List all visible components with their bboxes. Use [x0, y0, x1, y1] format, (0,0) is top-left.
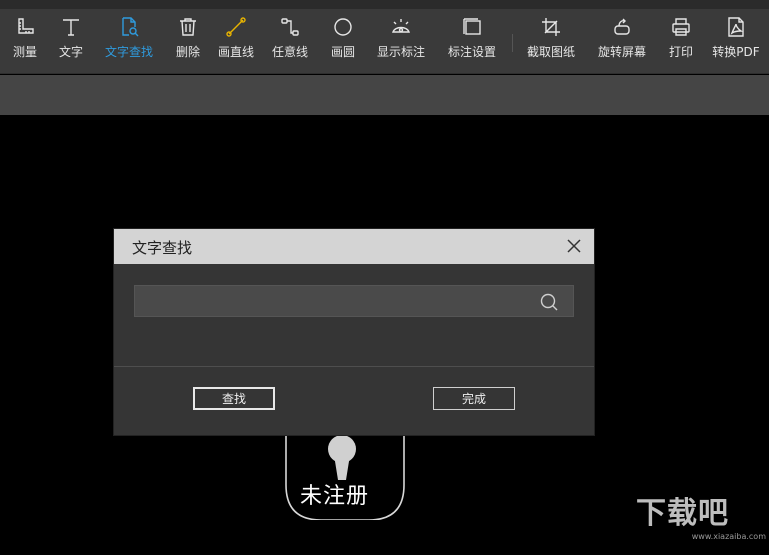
tool-label: 文字: [58, 45, 83, 59]
tool-label: 任意线: [271, 45, 308, 59]
tool-freeline[interactable]: 任意线: [271, 14, 309, 70]
tool-label: 画直线: [217, 45, 254, 59]
tool-line[interactable]: 画直线: [217, 14, 255, 70]
tool-show-annotation[interactable]: 显示标注: [376, 14, 426, 70]
tool-measure[interactable]: 测量: [11, 14, 39, 70]
search-icon[interactable]: [539, 292, 559, 312]
tool-label: 测量: [12, 45, 37, 59]
tool-pdf[interactable]: 转换PDF: [710, 14, 762, 70]
title-strip: [0, 0, 769, 9]
app-window: 测量 文字 文字查找 删除 画直线 任意线 画圆 显示标注 标注设置 截取图纸 …: [0, 0, 769, 555]
tool-print[interactable]: 打印: [667, 14, 695, 70]
find-button[interactable]: 查找: [193, 387, 275, 410]
print-icon: [668, 14, 694, 40]
tool-delete[interactable]: 删除: [174, 14, 202, 70]
unregistered-watermark: 未注册: [300, 484, 370, 509]
search-field: [134, 285, 574, 317]
done-button[interactable]: 完成: [433, 387, 515, 410]
dialog-titlebar: 文字查找: [114, 229, 594, 264]
tool-label: 标注设置: [447, 45, 496, 59]
rotate-icon: [609, 14, 635, 40]
annotation-settings-icon: [459, 14, 485, 40]
toolbar-separator: [512, 34, 513, 52]
tool-crop[interactable]: 截取图纸: [526, 14, 576, 70]
text-search-dialog: 文字查找 查找 完成: [114, 229, 594, 435]
delete-icon: [175, 14, 201, 40]
crop-icon: [538, 14, 564, 40]
dialog-divider: [114, 366, 594, 367]
line-icon: [223, 14, 249, 40]
tool-label: 打印: [668, 45, 693, 59]
tool-rotate[interactable]: 旋转屏幕: [597, 14, 647, 70]
circle-icon: [330, 14, 356, 40]
tool-text-search[interactable]: 文字查找: [103, 14, 155, 70]
tool-circle[interactable]: 画圆: [329, 14, 357, 70]
site-watermark: 下载吧 www.xiazaiba.com: [636, 494, 766, 552]
toolbar: 测量 文字 文字查找 删除 画直线 任意线 画圆 显示标注 标注设置 截取图纸 …: [0, 0, 769, 74]
secondary-toolbar: [0, 75, 769, 115]
search-input[interactable]: [141, 291, 521, 311]
tool-label: 旋转屏幕: [597, 45, 646, 59]
text-search-icon: [116, 14, 142, 40]
tool-annotation-settings[interactable]: 标注设置: [447, 14, 497, 70]
tool-label: 删除: [175, 45, 200, 59]
watermark-logo-text: 下载吧: [636, 496, 729, 531]
tool-label: 画圆: [330, 45, 355, 59]
tool-label: 截取图纸: [526, 45, 575, 59]
text-icon: [58, 14, 84, 40]
show-annotation-icon: [388, 14, 414, 40]
freeline-icon: [277, 14, 303, 40]
dialog-title: 文字查找: [132, 239, 193, 257]
tool-text[interactable]: 文字: [57, 14, 85, 70]
tool-label: 文字查找: [104, 45, 153, 59]
pdf-icon: [723, 14, 749, 40]
tool-label: 转换PDF: [712, 45, 760, 59]
measure-icon: [12, 14, 38, 40]
tool-label: 显示标注: [376, 45, 425, 59]
close-icon[interactable]: [566, 238, 582, 254]
